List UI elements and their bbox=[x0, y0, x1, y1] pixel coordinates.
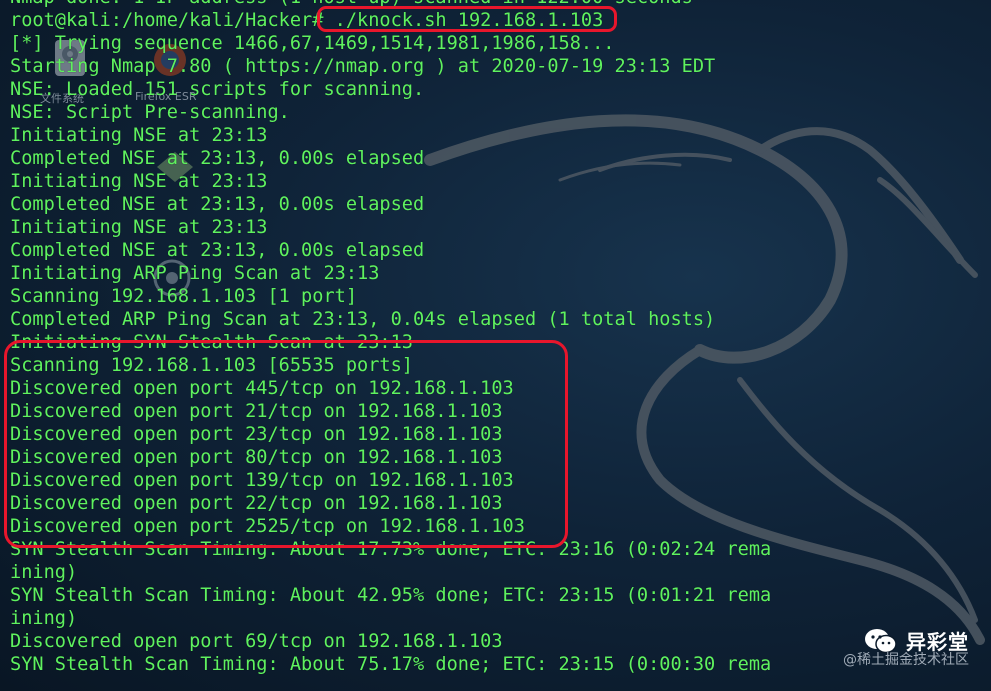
terminal-line: Scanning 192.168.1.103 [1 port] bbox=[10, 286, 358, 307]
terminal-line: Initiating NSE at 23:13 bbox=[10, 171, 268, 192]
terminal-line: NSE: Script Pre-scanning. bbox=[10, 102, 290, 123]
terminal-line: SYN Stealth Scan Timing: About 42.95% do… bbox=[10, 585, 772, 606]
terminal-line: Initiating ARP Ping Scan at 23:13 bbox=[10, 263, 380, 284]
terminal-line: Completed NSE at 23:13, 0.00s elapsed bbox=[10, 240, 425, 261]
terminal-line: ining) bbox=[10, 608, 78, 629]
terminal-line: Completed NSE at 23:13, 0.00s elapsed bbox=[10, 194, 425, 215]
terminal-line: [*] Trying sequence 1466,67,1469,1514,19… bbox=[10, 33, 615, 54]
terminal-line: Starting Nmap 7.80 ( https://nmap.org ) … bbox=[10, 56, 716, 77]
terminal-line: Completed NSE at 23:13, 0.00s elapsed bbox=[10, 148, 425, 169]
terminal-line: SYN Stealth Scan Timing: About 75.17% do… bbox=[10, 654, 772, 675]
command-highlight-box bbox=[317, 6, 617, 32]
terminal-line: Discovered open port 69/tcp on 192.168.1… bbox=[10, 631, 503, 652]
watermark-subtitle: @稀土掘金技术社区 bbox=[843, 652, 969, 668]
terminal-line: Initiating NSE at 23:13 bbox=[10, 125, 268, 146]
terminal-line: Completed ARP Ping Scan at 23:13, 0.04s … bbox=[10, 309, 716, 330]
terminal-line: NSE: Loaded 151 scripts for scanning. bbox=[10, 79, 425, 100]
terminal-output[interactable]: Nmap done: 1 IP address (1 host up) scan… bbox=[10, 0, 771, 676]
terminal-line: ining) bbox=[10, 562, 78, 583]
open-ports-highlight-box bbox=[4, 340, 568, 548]
terminal-line: Initiating NSE at 23:13 bbox=[10, 217, 268, 238]
